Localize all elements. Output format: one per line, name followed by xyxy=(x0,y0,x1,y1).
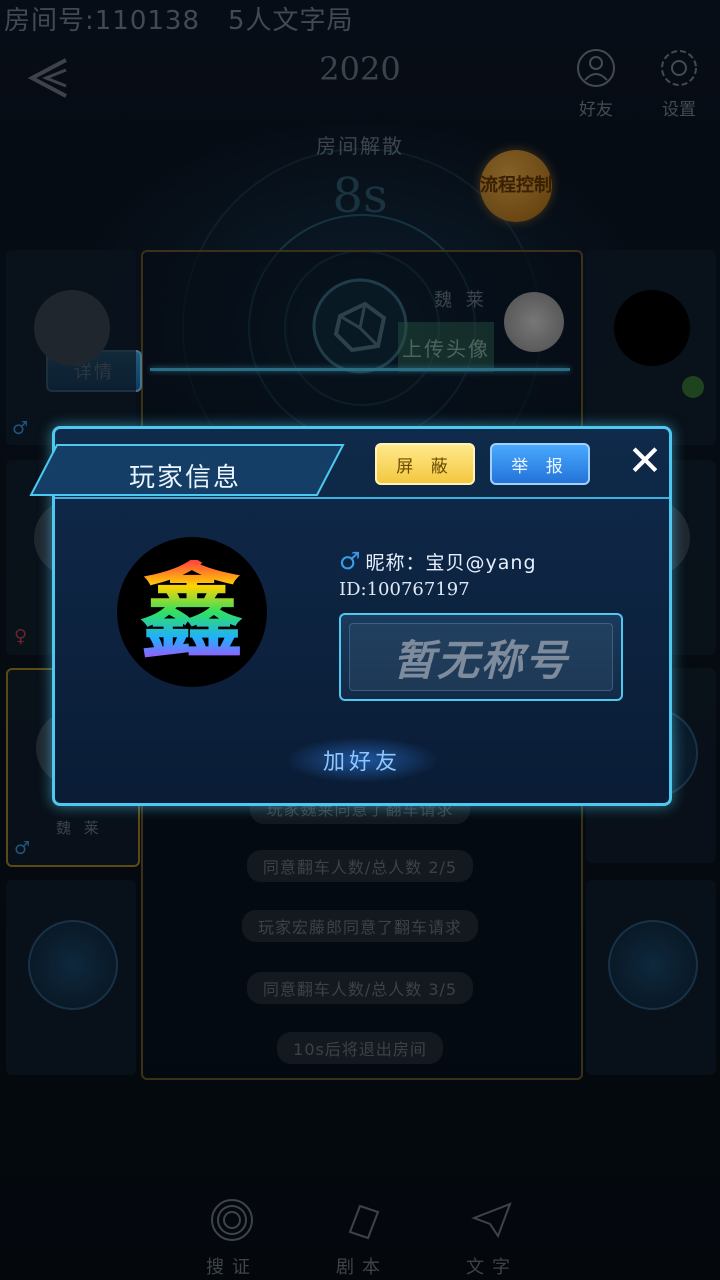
male-icon: ♂ xyxy=(339,547,362,575)
player-info-modal: 玩家信息 屏 蔽 举 报 ✕ 鑫 ♂ 昵称：宝贝@yang ID:10076719… xyxy=(29,426,672,806)
nickname: 昵称：宝贝@yang xyxy=(365,552,537,574)
player-avatar: 鑫 xyxy=(117,537,267,687)
nickname-row: ♂ 昵称：宝贝@yang xyxy=(339,547,537,575)
player-id: ID:100767197 xyxy=(339,579,470,600)
avatar-glyph: 鑫 xyxy=(139,551,244,673)
close-icon: ✕ xyxy=(627,436,663,485)
close-button[interactable]: ✕ xyxy=(625,440,665,482)
modal-title: 玩家信息 xyxy=(129,463,242,493)
add-friend-button[interactable]: 加好友 xyxy=(285,737,439,783)
block-button[interactable]: 屏 蔽 xyxy=(375,443,475,485)
report-button[interactable]: 举 报 xyxy=(490,443,590,485)
title-badge: 暂无称号 xyxy=(339,613,623,701)
title-badge-text: 暂无称号 xyxy=(392,635,569,685)
modal-header-divider xyxy=(55,497,669,499)
